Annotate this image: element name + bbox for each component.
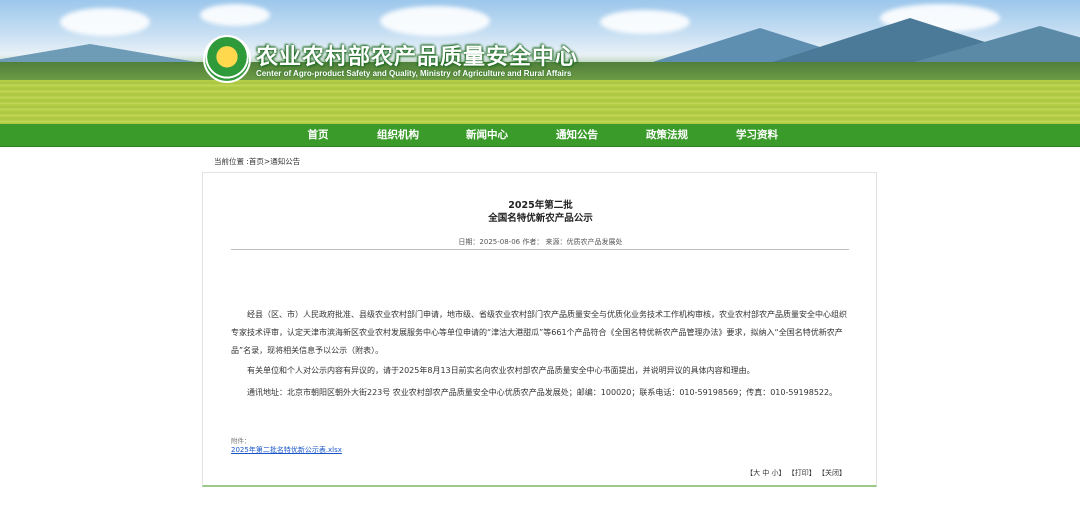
breadcrumb-prefix: 当前位置 : — [214, 157, 249, 166]
org-name-en: Center of Agro-product Safety and Qualit… — [256, 69, 572, 78]
nav-item-organization[interactable]: 组织机构 — [371, 124, 425, 147]
nav-item-news[interactable]: 新闻中心 — [460, 124, 514, 147]
cloud-decoration — [200, 4, 270, 26]
breadcrumb: 当前位置 :首页>通知公告 — [214, 156, 300, 167]
article-tools: 【大 中 小】 【打印】 【关闭】 — [746, 468, 846, 478]
article-meta: 日期：2025-08-06 作者： 来源：优质农产品发展处 — [458, 238, 623, 246]
nav-item-policies[interactable]: 政策法规 — [640, 124, 694, 147]
breadcrumb-home-link[interactable]: 首页 — [249, 157, 264, 166]
mountain-decoration — [900, 26, 1080, 66]
article-title-line1: 2025年第二批 — [508, 200, 573, 211]
header-banner: 农业农村部农产品质量安全中心 Center of Agro-product Sa… — [0, 0, 1080, 124]
breadcrumb-current[interactable]: 通知公告 — [270, 157, 300, 166]
nav-item-home[interactable]: 首页 — [296, 124, 340, 147]
print-button[interactable]: 【打印】 — [788, 469, 816, 477]
nav-item-notices[interactable]: 通知公告 — [550, 124, 604, 147]
article-paragraph: 有关单位和个人对公示内容有异议的，请于2025年8月13日前实名向农业农村部农产… — [247, 366, 755, 375]
font-size-toggle[interactable]: 【大 中 小】 — [746, 469, 785, 477]
divider — [231, 249, 849, 250]
article-card: 2025年第二批 全国名特优新农产品公示 日期：2025-08-06 作者： 来… — [202, 172, 877, 487]
casq-logo-icon[interactable] — [203, 35, 251, 83]
article-paragraph: 经县（区、市）人民政府批准、县级农业农村部门申请，地市级、省级农业农村部门农产品… — [231, 310, 847, 355]
cloud-decoration — [60, 8, 150, 36]
rice-field-decoration — [0, 80, 1080, 124]
cloud-decoration — [380, 6, 490, 36]
article-title-line2: 全国名特优新农产品公示 — [488, 213, 593, 224]
nav-item-learning[interactable]: 学习资料 — [730, 124, 784, 147]
attachment-label: 附件： — [231, 437, 251, 445]
article-paragraph: 通讯地址：北京市朝阳区朝外大街223号 农业农村部农产品质量安全中心优质农产品发… — [247, 388, 838, 397]
close-button[interactable]: 【关闭】 — [818, 469, 846, 477]
main-nav: 首页 组织机构 新闻中心 通知公告 政策法规 学习资料 — [0, 124, 1080, 147]
org-name-cn[interactable]: 农业农村部农产品质量安全中心 — [256, 39, 578, 71]
attachment-link[interactable]: 2025年第二批名特优新公示表.xlsx — [231, 445, 342, 455]
